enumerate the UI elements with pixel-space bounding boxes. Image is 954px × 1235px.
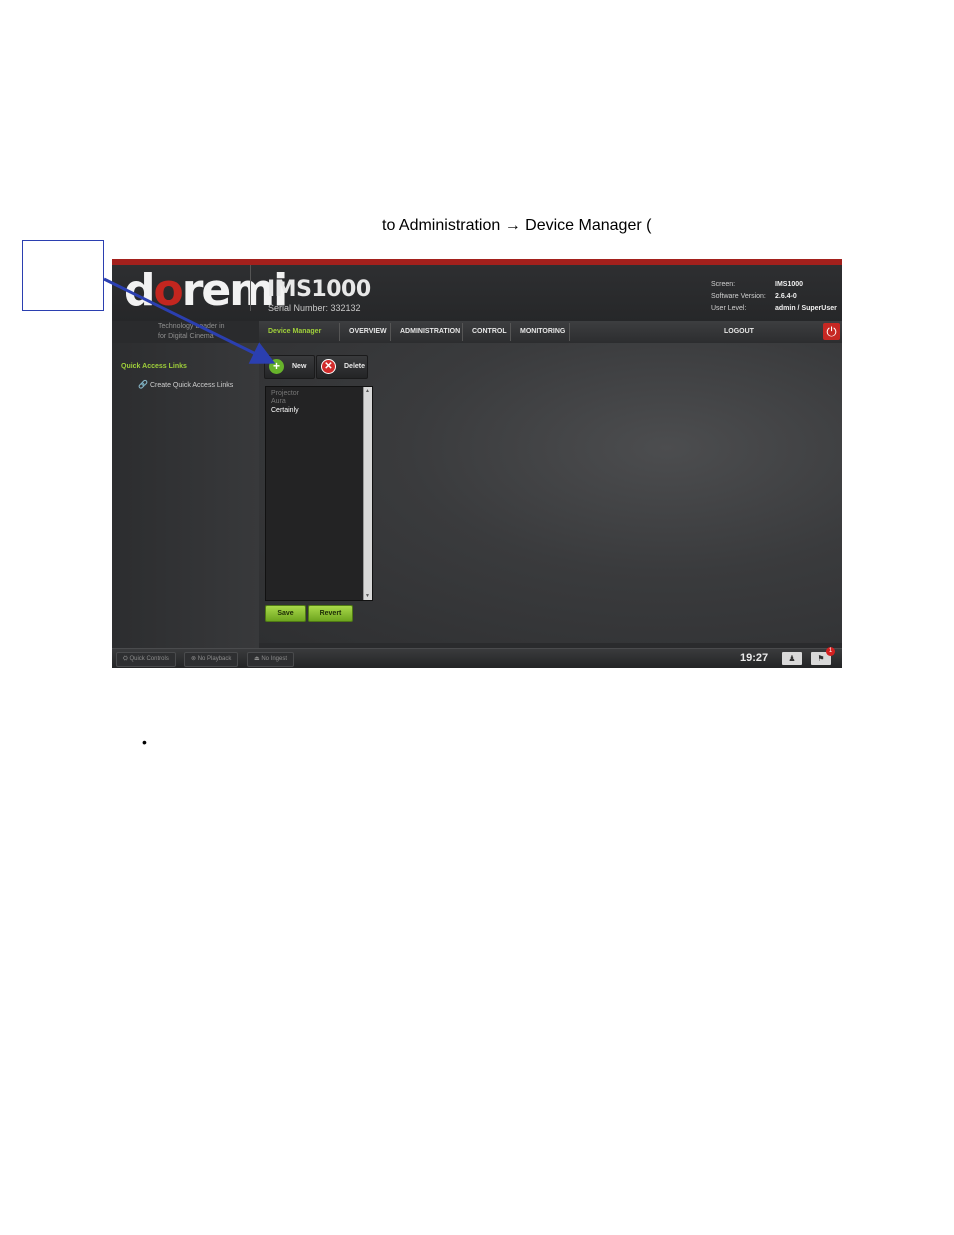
annotation-arrow <box>103 277 276 364</box>
arrow-line <box>103 277 276 364</box>
